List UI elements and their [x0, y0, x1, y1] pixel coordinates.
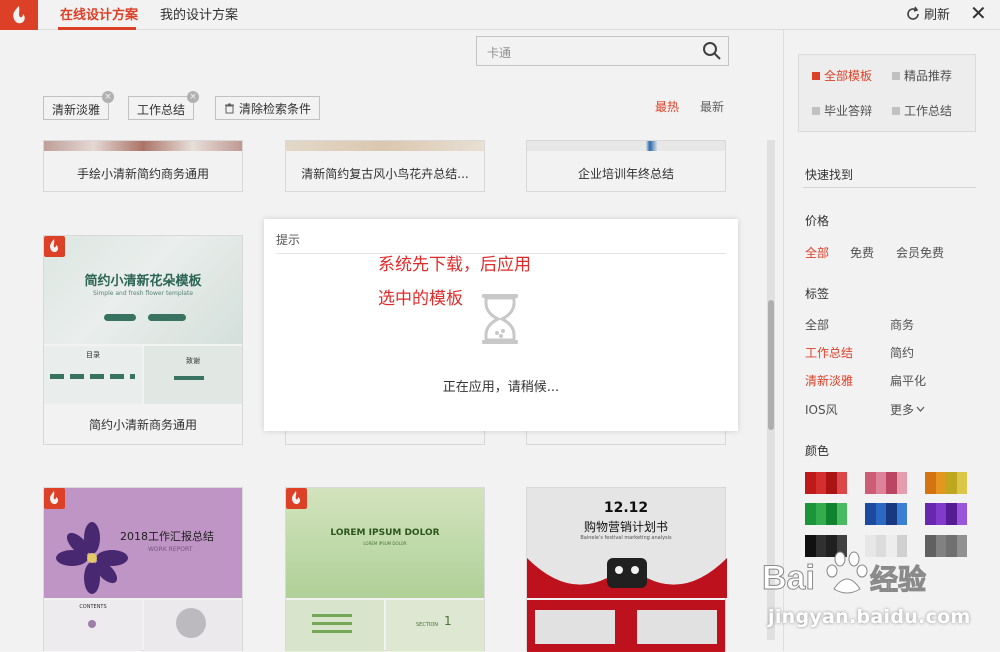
svg-text:Bai: Bai: [762, 559, 815, 597]
svg-text:经验: 经验: [870, 563, 926, 596]
baidu-jingyan-watermark: Bai 经验: [762, 545, 952, 609]
dialog-status-text: 正在应用，请稍候...: [442, 380, 560, 395]
annotation-line-1: 系统先下载，后应用: [378, 255, 531, 275]
hourglass-icon: [482, 294, 518, 344]
app-window: 在线设计方案 我的设计方案 刷新 ✕ 卡通 清新淡雅 × 工作总结 × 清除检索…: [0, 0, 1000, 652]
dialog-title: 提示: [276, 233, 301, 247]
baidu-paw-logo-icon: Bai 经验: [762, 551, 927, 598]
annotation-line-2: 选中的模板: [378, 289, 463, 309]
watermark-url: jingyan.baidu.com: [768, 606, 971, 628]
